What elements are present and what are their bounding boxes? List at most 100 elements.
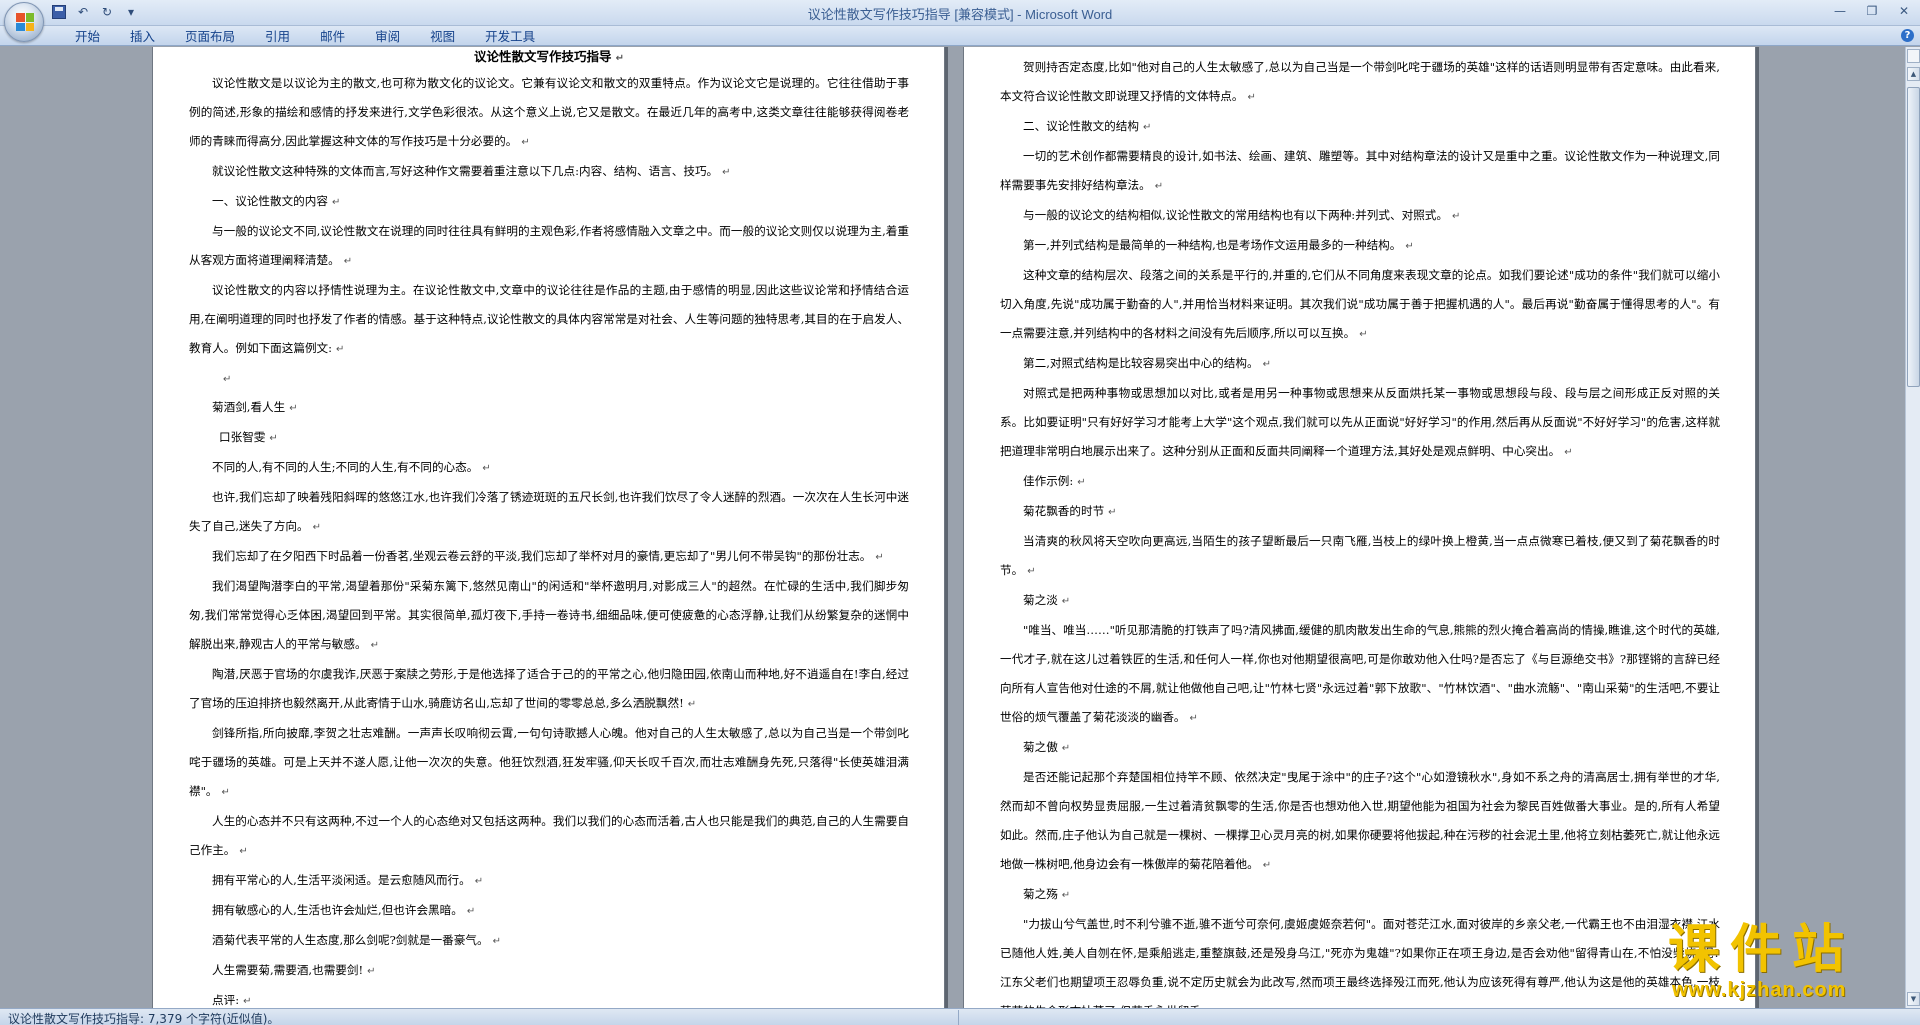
paragraph-text: 第二,对照式结构是比较容易突出中心的结构。 — [1023, 356, 1259, 370]
paragraph-text: 贺则持否定态度,比如"他对自己的人生太敏感了,总以为自己当是一个带剑叱咤于疆场的… — [1000, 60, 1720, 103]
paragraph-text: 人生的心态并不只有这两种,不过一个人的心态绝对又包括这两种。我们以我们的心态而活… — [189, 814, 909, 857]
paragraph-text: 点评: — [212, 993, 240, 1007]
paragraph: 口张智雯 ↵ — [189, 423, 909, 453]
ribbon-tab[interactable]: 开发工具 — [470, 28, 550, 46]
scroll-down-button[interactable]: ▼ — [1907, 992, 1920, 1006]
paragraph-mark-icon: ↵ — [875, 552, 884, 563]
page-content-left: 议论性散文写作技巧指导 ↵ 议论性散文是以议论为主的散文,也可称为散文化的议论文。… — [189, 49, 909, 1008]
paragraph-text: 也许,我们忘却了映着残阳斜晖的悠悠江水,也许我们冷落了锈迹斑斑的五尺长剑,也许我… — [189, 490, 909, 533]
paragraph: 当清爽的秋风将天空吹向更高远,当陌生的孩子望断最后一只南飞雁,当枝上的绿叶换上橙… — [1000, 527, 1720, 586]
paragraph-mark-icon: ↵ — [1262, 359, 1271, 370]
paragraph-text: 菊酒剑,看人生 — [212, 400, 286, 414]
paragraph-text: 我们渴望陶潜李白的平常,渴望着那份"采菊东篱下,悠然见南山"的闲适和"举杯邀明月… — [189, 579, 909, 651]
ribbon-tab[interactable]: 开始 — [60, 28, 115, 46]
paragraph: 菊之殇 ↵ — [1000, 880, 1720, 910]
status-bar: 议论性散文写作技巧指导: 7,379 个字符(近似值)。 — [0, 1008, 1920, 1025]
maximize-button[interactable]: ❐ — [1862, 3, 1882, 19]
document-workspace: 议论性散文写作技巧指导 ↵ 议论性散文是以议论为主的散文,也可称为散文化的议论文。… — [0, 47, 1905, 1008]
ribbon-tab[interactable]: 插入 — [115, 28, 170, 46]
paragraph-mark-icon: ↵ — [474, 876, 484, 887]
vertical-scrollbar[interactable]: ▲ ▼ — [1905, 47, 1920, 1008]
paragraph: 陶潜,厌恶于官场的尔虞我诈,厌恶于案牍之劳形,于是他选择了适合于己的的平常之心,… — [189, 660, 909, 719]
paragraph-text: 议论性散文是以议论为主的散文,也可称为散文化的议论文。它兼有议论文和散文的双重特… — [189, 76, 909, 148]
paragraph-mark-icon: ↵ — [370, 640, 379, 651]
ribbon-tab[interactable]: 引用 — [250, 28, 305, 46]
paragraph: 菊之傲 ↵ — [1000, 733, 1720, 763]
paragraph: 与一般的议论文不同,议论性散文在说理的同时往往具有鲜明的主观色彩,作者将感情融入… — [189, 217, 909, 276]
paragraph-text: 菊之殇 — [1023, 887, 1058, 901]
office-button[interactable] — [4, 2, 44, 42]
paragraph: 酒菊代表平常的人生态度,那么剑呢?剑就是一番豪气。 ↵ — [189, 926, 909, 956]
close-button[interactable]: ✕ — [1894, 3, 1914, 19]
paragraph-text: 一切的艺术创作都需要精良的设计,如书法、绘画、建筑、雕塑等。其中对结构章法的设计… — [1000, 149, 1720, 192]
paragraph-text: 佳作示例: — [1023, 474, 1074, 488]
ribbon-tab[interactable]: 视图 — [415, 28, 470, 46]
paragraph-mark-icon: ↵ — [1262, 860, 1272, 871]
paragraph-mark-icon: ↵ — [312, 522, 322, 533]
paragraph-text: 陶潜,厌恶于官场的尔虞我诈,厌恶于案牍之劳形,于是他选择了适合于己的的平常之心,… — [189, 667, 909, 710]
paragraph: 剑锋所指,所向披靡,李贺之壮志难酬。一声声长叹响彻云霄,一句句诗歌撼人心魄。他对… — [189, 719, 909, 807]
view-ruler-icon[interactable] — [1907, 49, 1920, 63]
status-text: 议论性散文写作技巧指导: 7,379 个字符(近似值)。 — [8, 1012, 280, 1025]
paragraph: 就议论性散文这种特殊的文体而言,写好这种作文需要着重注意以下几点:内容、结构、语… — [189, 157, 909, 187]
paragraph-mark-icon: ↵ — [1142, 122, 1152, 133]
ribbon-tab[interactable]: 审阅 — [360, 28, 415, 46]
paragraph: 二、议论性散文的结构 ↵ — [1000, 112, 1720, 142]
paragraph: 菊酒剑,看人生 ↵ — [189, 393, 909, 423]
paragraph-mark-icon: ↵ — [367, 966, 376, 977]
paragraph-mark-icon: ↵ — [492, 936, 501, 947]
paragraph: 一、议论性散文的内容 ↵ — [189, 187, 909, 217]
paragraph: 议论性散文的内容以抒情性说理为主。在议论性散文中,文章中的议论往往是作品的主题,… — [189, 276, 909, 364]
paragraph-mark-icon: ↵ — [1359, 329, 1368, 340]
paragraph-text: 拥有敏感心的人,生活也许会灿烂,但也许会黑暗。 — [212, 903, 463, 917]
paragraph: 我们渴望陶潜李白的平常,渴望着那份"采菊东篱下,悠然见南山"的闲适和"举杯邀明月… — [189, 572, 909, 660]
paragraph-text: 第一,并列式结构是最简单的一种结构,也是考场作文运用最多的一种结构。 — [1023, 238, 1402, 252]
paragraph: 这种文章的结构层次、段落之间的关系是平行的,并重的,它们从不同角度来表现文章的论… — [1000, 261, 1720, 349]
help-icon[interactable]: ? — [1901, 29, 1914, 42]
minimize-button[interactable]: — — [1830, 3, 1850, 19]
paragraph-text: 与一般的议论文的结构相似,议论性散文的常用结构也有以下两种:并列式、对照式。 — [1023, 208, 1448, 222]
scroll-up-button[interactable]: ▲ — [1907, 67, 1920, 81]
paragraph-text: 口张智雯 — [219, 430, 266, 444]
paragraph: 与一般的议论文的结构相似,议论性散文的常用结构也有以下两种:并列式、对照式。 ↵ — [1000, 201, 1720, 231]
paragraph-mark-icon: ↵ — [722, 167, 731, 178]
paragraph: "力拔山兮气盖世,时不利兮骓不逝,骓不逝兮可奈何,虞姬虞姬奈若何"。面对苍茫江水… — [1000, 910, 1720, 1008]
paragraph-text: 不同的人,有不同的人生;不同的人生,有不同的心态。 — [212, 460, 479, 474]
paragraph-mark-icon: ↵ — [1108, 507, 1117, 518]
paragraph: 也许,我们忘却了映着残阳斜晖的悠悠江水,也许我们冷落了锈迹斑斑的五尺长剑,也许我… — [189, 483, 909, 542]
ribbon-tabs: 开始 插入 页面布局 引用 邮件 审阅 视图 开发工具 — [60, 28, 550, 46]
page-shadow — [1756, 47, 1759, 1008]
paragraph: 议论性散文是以议论为主的散文,也可称为散文化的议论文。它兼有议论文和散文的双重特… — [189, 69, 909, 157]
paragraph-mark-icon: ↵ — [336, 344, 345, 355]
paragraph-mark-icon: ↵ — [289, 403, 298, 414]
paragraph-mark-icon: ↵ — [1077, 477, 1086, 488]
paragraph: 拥有敏感心的人,生活也许会灿烂,但也许会黑暗。 ↵ — [189, 896, 909, 926]
window-controls: — ❐ ✕ — [1830, 3, 1914, 19]
paragraph-text: 菊之傲 — [1023, 740, 1058, 754]
paragraph-text: 议论性散文的内容以抒情性说理为主。在议论性散文中,文章中的议论往往是作品的主题,… — [189, 283, 909, 355]
paragraph-text: 我们忘却了在夕阳西下时品着一份香茗,坐观云卷云舒的平淡,我们忘却了举杯对月的豪情… — [212, 549, 872, 563]
ribbon-tab-bar: 开始 插入 页面布局 引用 邮件 审阅 视图 开发工具 ? — [0, 26, 1920, 46]
paragraph-mark-icon: ↵ — [687, 699, 697, 710]
paragraph: 菊花飘香的时节 ↵ — [1000, 497, 1720, 527]
page-shadow — [945, 47, 948, 1008]
paragraph: 一切的艺术创作都需要精良的设计,如书法、绘画、建筑、雕塑等。其中对结构章法的设计… — [1000, 142, 1720, 201]
paragraph-text: 就议论性散文这种特殊的文体而言,写好这种作文需要着重注意以下几点:内容、结构、语… — [212, 164, 719, 178]
ribbon-tab[interactable]: 邮件 — [305, 28, 360, 46]
document-page-left[interactable]: 议论性散文写作技巧指导 ↵ 议论性散文是以议论为主的散文,也可称为散文化的议论文。… — [152, 47, 945, 1008]
paragraph: "唯当、唯当……"听见那清脆的打铁声了吗?清风拂面,缓健的肌肉散发出生命的气息,… — [1000, 616, 1720, 733]
paragraph-text: 拥有平常心的人,生活平淡闲适。是云愈随风而行。 — [212, 873, 471, 887]
paragraph: 对照式是把两种事物或思想加以对比,或者是用另一种事物或思想来从反面烘托某一事物或… — [1000, 379, 1720, 467]
paragraph-mark-icon: ↵ — [1405, 241, 1414, 252]
document-page-right[interactable]: 贺则持否定态度,比如"他对自己的人生太敏感了,总以为自己当是一个带剑叱咤于疆场的… — [963, 47, 1756, 1008]
paragraph-text: 酒菊代表平常的人生态度,那么剑呢?剑就是一番豪气。 — [212, 933, 489, 947]
paragraph-text: 人生需要菊,需要酒,也需要剑! — [212, 963, 364, 977]
scroll-thumb[interactable] — [1907, 87, 1920, 387]
paragraph-mark-icon: ↵ — [239, 846, 248, 857]
paragraph-mark-icon: ↵ — [269, 433, 278, 444]
ribbon-tab[interactable]: 页面布局 — [170, 28, 250, 46]
paragraph-text: "唯当、唯当……"听见那清脆的打铁声了吗?清风拂面,缓健的肌肉散发出生命的气息,… — [1000, 623, 1720, 724]
paragraph: 第一,并列式结构是最简单的一种结构,也是考场作文运用最多的一种结构。 ↵ — [1000, 231, 1720, 261]
paragraph-mark-icon: ↵ — [466, 906, 476, 917]
paragraph-text: 与一般的议论文不同,议论性散文在说理的同时往往具有鲜明的主观色彩,作者将感情融入… — [189, 224, 909, 267]
